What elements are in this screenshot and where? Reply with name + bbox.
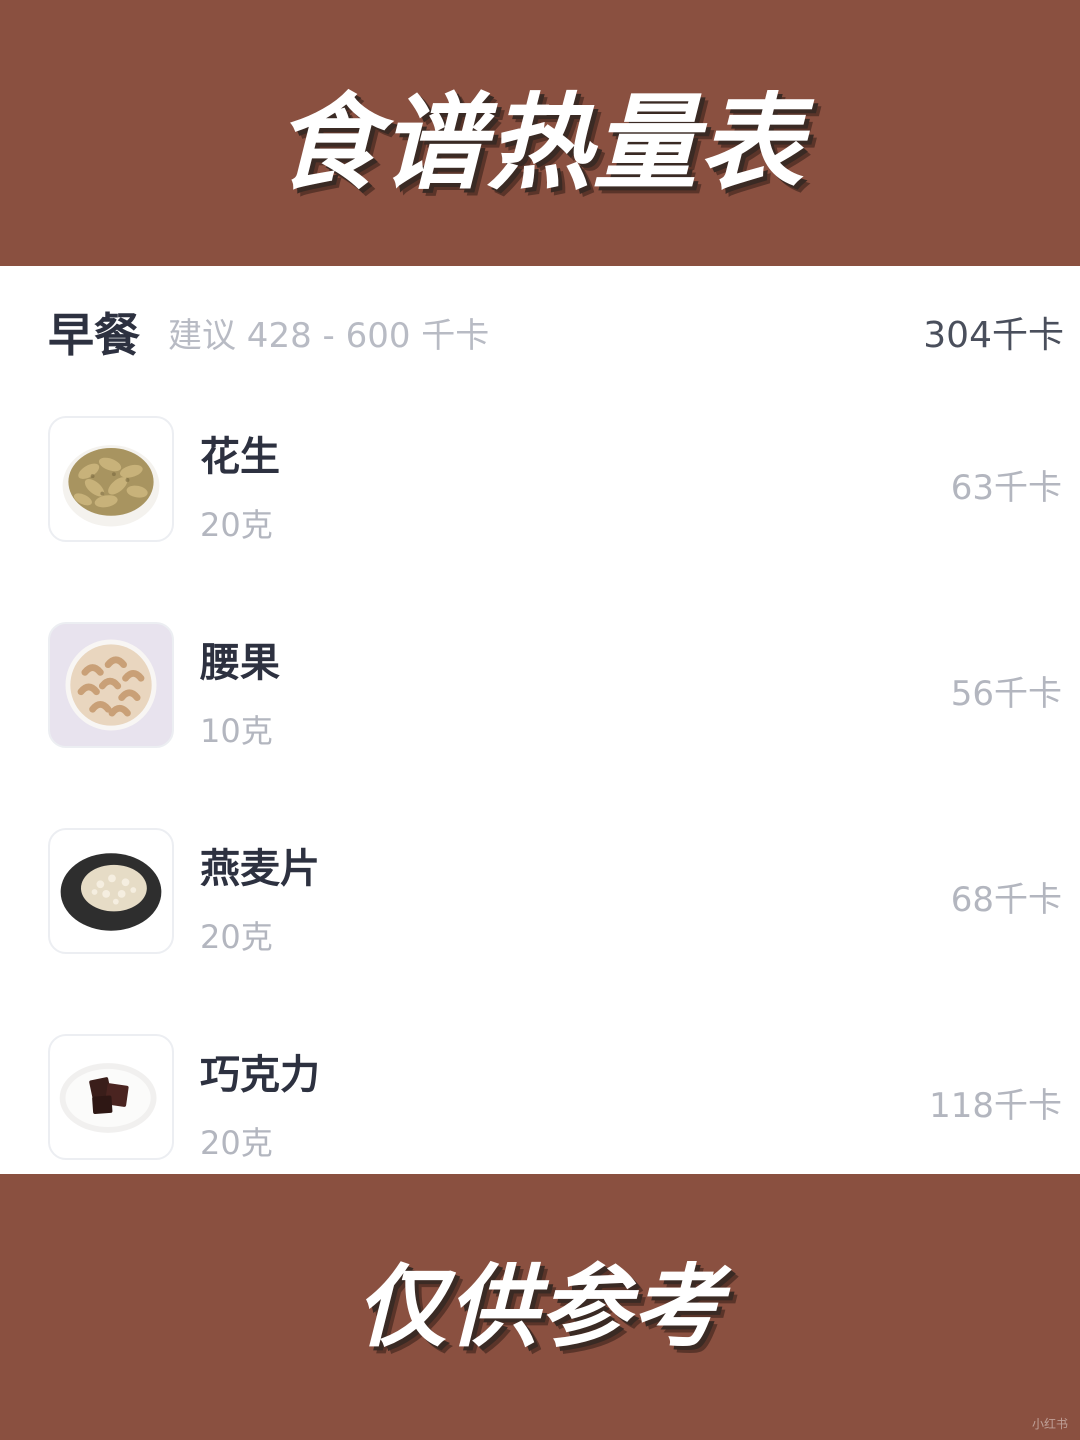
meal-panel: 早餐 建议 428 - 600 千卡 304千卡 花生 20克 63千卡 腰果 …: [0, 266, 1080, 1174]
top-banner: 食谱热量表: [0, 0, 1080, 266]
food-name: 腰果: [200, 640, 280, 686]
cashew-image: [48, 622, 174, 748]
watermark: 小红书: [1031, 1417, 1068, 1431]
chocolate-image: [48, 1034, 174, 1160]
food-item[interactable]: 燕麦片 20克 68千卡: [48, 828, 1062, 956]
banner-title: 食谱热量表: [274, 81, 805, 204]
food-calories: 56千卡: [950, 674, 1062, 714]
food-item[interactable]: 巧克力 20克 118千卡: [48, 1034, 1062, 1162]
food-item[interactable]: 腰果 10克 56千卡: [48, 622, 1062, 750]
meal-header[interactable]: 早餐 建议 428 - 600 千卡 304千卡: [48, 302, 1064, 362]
food-amount: 20克: [200, 1124, 273, 1162]
food-name: 花生: [200, 434, 280, 480]
oatmeal-image: [48, 828, 174, 954]
bottom-banner: 仅供参考: [0, 1174, 1080, 1440]
food-calories: 68千卡: [950, 880, 1062, 920]
food-amount: 20克: [200, 506, 273, 544]
food-amount: 20克: [200, 918, 273, 956]
food-item[interactable]: 花生 20克 63千卡: [48, 416, 1062, 544]
meal-total-calories: 304千卡: [923, 315, 1064, 356]
food-calories: 118千卡: [929, 1086, 1062, 1126]
food-name: 巧克力: [200, 1052, 320, 1098]
food-name: 燕麦片: [200, 846, 320, 892]
meal-title: 早餐: [48, 308, 140, 362]
banner-footer-text: 仅供参考: [356, 1255, 724, 1360]
food-calories: 63千卡: [950, 468, 1062, 508]
food-amount: 10克: [200, 712, 273, 750]
meal-suggestion: 建议 428 - 600 千卡: [168, 315, 490, 356]
peanut-image: [48, 416, 174, 542]
